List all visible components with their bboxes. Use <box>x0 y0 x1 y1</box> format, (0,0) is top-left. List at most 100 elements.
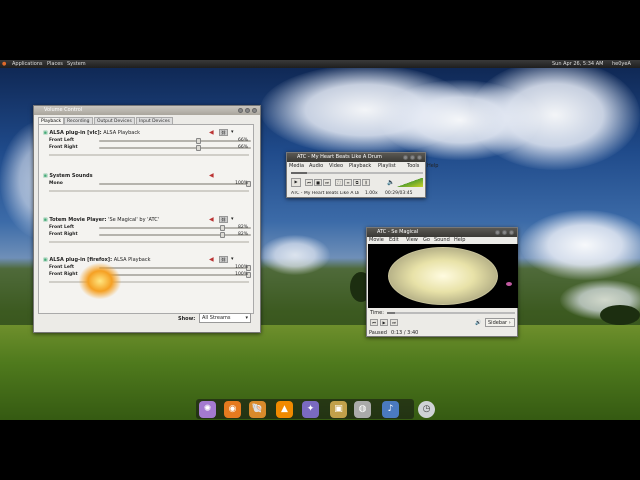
volume-slider[interactable] <box>99 145 251 151</box>
minimize-button[interactable] <box>403 155 408 160</box>
settings-icon[interactable]: ✺ <box>199 401 216 418</box>
firefox-icon[interactable]: ◉ <box>224 401 241 418</box>
play-button[interactable]: ▶ <box>291 178 301 187</box>
playlist-button[interactable]: ≡ <box>344 179 352 186</box>
show-label: Show: <box>178 316 196 322</box>
clock-icon[interactable]: ◷ <box>418 401 435 418</box>
volume-slider[interactable] <box>99 181 251 187</box>
tab-recording[interactable]: Recording <box>64 117 93 124</box>
vlc-menu-item[interactable]: Video <box>329 163 343 169</box>
user-name[interactable]: he0yeA <box>612 60 631 68</box>
volume-slider[interactable] <box>395 178 423 187</box>
totem-menu-item[interactable]: View <box>406 237 418 243</box>
time-slider[interactable] <box>387 312 515 314</box>
vlc-menu-item[interactable]: Playlist <box>378 163 396 169</box>
volume-control-titlebar[interactable]: Volume Control <box>34 106 260 115</box>
volume-slider[interactable] <box>99 265 251 271</box>
vlc-menu-item[interactable]: Media <box>289 163 304 169</box>
totem-window: ATC - Se Magical Movie Edit View Go Sound Hel… <box>366 227 518 337</box>
mute-speaker-icon[interactable]: ◀ <box>209 256 214 263</box>
volume-icon[interactable]: 🔈 <box>387 179 394 186</box>
ubuntu-logo-icon[interactable]: ● <box>2 60 6 68</box>
pidgin-icon[interactable]: ✦ <box>302 401 319 418</box>
maximize-button[interactable] <box>410 155 415 160</box>
clock[interactable]: Sun Apr 26, 5:34 AM <box>552 60 603 68</box>
totem-volume-icon[interactable]: 🔊 <box>475 320 481 326</box>
play-pause-button[interactable]: ▶ <box>380 319 388 326</box>
seek-bar[interactable] <box>291 172 423 174</box>
totem-menu-item[interactable]: Sound <box>434 237 450 243</box>
minimize-button[interactable] <box>238 108 243 113</box>
mute-speaker-icon[interactable]: ◀ <box>209 172 214 179</box>
sidebar-button[interactable]: Sidebar › <box>485 318 515 327</box>
photo-icon[interactable]: ▣ <box>330 401 347 418</box>
dock: ✺ ◉ 🐚 ▲ ✦ ▣ ◍ ♪ ◷ <box>196 399 435 419</box>
volume-slider[interactable] <box>99 272 251 278</box>
next-chapter-button[interactable]: ⏭ <box>390 319 398 326</box>
stream-title: ALSA Playback <box>103 130 141 136</box>
volume-slider[interactable] <box>99 232 251 238</box>
volume-control-window: Volume Control Playback Recording Output… <box>33 105 261 333</box>
fullscreen-button[interactable]: ⛶ <box>335 179 343 186</box>
chevron-right-icon: › <box>508 320 511 326</box>
lock-channels-button[interactable]: ⛓ <box>219 216 228 223</box>
playback-panel: ▣ ALSA plug-in [vlc]: ALSA Playback ◀ ⛓ ▾ Fr… <box>38 124 254 314</box>
totem-menu-item[interactable]: Movie <box>369 237 384 243</box>
totem-menu-item[interactable]: Edit <box>389 237 399 243</box>
vlc-menu-item[interactable]: Tools <box>407 163 419 169</box>
visualization-spark <box>506 282 512 286</box>
applications-menu[interactable]: Applications <box>12 60 43 68</box>
stream-app-name: ALSA plug-in [vlc]: <box>49 130 102 136</box>
volume-slider[interactable] <box>99 138 251 144</box>
chevron-down-icon: ▾ <box>245 315 248 321</box>
tab-input-devices[interactable]: Input Devices <box>136 117 173 124</box>
show-select[interactable]: All Streams ▾ <box>199 313 251 323</box>
minimize-button[interactable] <box>495 230 500 235</box>
next-button[interactable]: ⏭ <box>323 179 331 186</box>
chevron-down-icon[interactable]: ▾ <box>231 129 234 135</box>
slider-knob[interactable] <box>219 225 225 231</box>
chevron-down-icon[interactable]: ▾ <box>231 216 234 222</box>
system-menu[interactable]: System <box>67 60 86 68</box>
lock-channels-button[interactable]: ⛓ <box>219 256 228 263</box>
vlc-menu-item[interactable]: Playback <box>349 163 371 169</box>
maximize-button[interactable] <box>502 230 507 235</box>
previous-button[interactable]: ⏮ <box>305 179 313 186</box>
totem-titlebar[interactable]: ATC - Se Magical <box>367 228 517 237</box>
close-button[interactable] <box>417 155 422 160</box>
vlc-menubar: Media Audio Video Playback Playlist Tools Help <box>289 163 438 170</box>
chevron-down-icon[interactable]: ▾ <box>231 256 234 262</box>
tab-playback[interactable]: Playback <box>38 117 65 124</box>
channel-label: Front Right <box>49 272 78 277</box>
window-title: Volume Control <box>44 107 83 113</box>
maximize-button[interactable] <box>245 108 250 113</box>
vlc-titlebar[interactable]: ATC - My Heart Beats Like A Drum <box>287 153 425 162</box>
visualization-area[interactable] <box>368 244 518 308</box>
mute-speaker-icon[interactable]: ◀ <box>209 129 214 136</box>
extended-button[interactable]: ⧉ <box>353 179 361 186</box>
volume-percent: 82% <box>237 232 248 237</box>
vlc-icon[interactable]: ▲ <box>276 401 293 418</box>
slider-knob[interactable] <box>196 138 202 144</box>
mute-speaker-icon[interactable]: ◀ <box>209 216 214 223</box>
vlc-menu-item[interactable]: Audio <box>309 163 323 169</box>
nautilus-icon[interactable]: 🐚 <box>249 401 266 418</box>
lock-channels-button[interactable]: ⛓ <box>219 129 228 136</box>
channel-label: Mono <box>49 181 63 186</box>
previous-chapter-button[interactable]: ⏮ <box>370 319 378 326</box>
stop-button[interactable]: ■ <box>314 179 322 186</box>
slider-knob[interactable] <box>219 232 225 238</box>
slider-knob[interactable] <box>196 145 202 151</box>
media-icon[interactable]: ♪ <box>382 401 399 418</box>
volume-slider[interactable] <box>99 225 251 231</box>
vlc-menu-item[interactable]: Help <box>427 163 438 169</box>
screen: ● Applications Places System Sun Apr 26,… <box>0 0 640 480</box>
totem-menu-item[interactable]: Go <box>423 237 430 243</box>
close-button[interactable] <box>252 108 257 113</box>
disk-icon[interactable]: ◍ <box>354 401 371 418</box>
totem-menu-item[interactable]: Help <box>454 237 465 243</box>
places-menu[interactable]: Places <box>47 60 63 68</box>
tab-output-devices[interactable]: Output Devices <box>94 117 135 124</box>
equalizer-button[interactable]: ⫼ <box>362 179 370 186</box>
close-button[interactable] <box>509 230 514 235</box>
